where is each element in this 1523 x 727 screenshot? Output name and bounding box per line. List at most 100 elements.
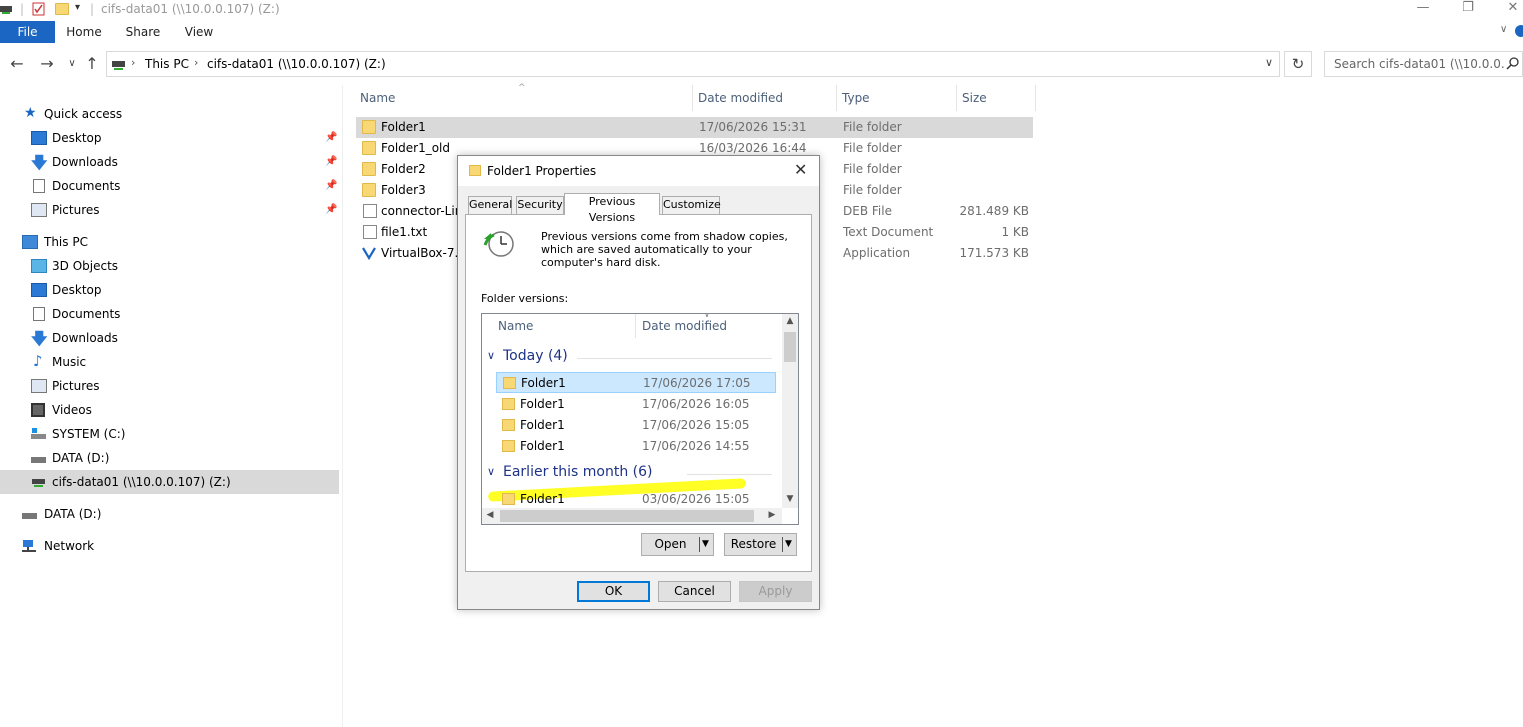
pin-icon[interactable]: 📌 xyxy=(325,180,337,191)
search-icon[interactable] xyxy=(1506,57,1520,71)
close-icon[interactable]: ✕ xyxy=(1498,0,1523,20)
nav-data-d-root[interactable]: DATA (D:) xyxy=(0,502,339,526)
tab-general[interactable]: General xyxy=(468,196,512,214)
horizontal-scrollbar[interactable]: ◀ ▶ xyxy=(482,508,782,524)
window-title: cifs-data01 (\\10.0.0.107) (Z:) xyxy=(101,2,280,16)
address-dropdown-icon[interactable]: ∨ xyxy=(1265,56,1273,69)
column-divider[interactable] xyxy=(635,314,636,338)
refresh-icon[interactable]: ↻ xyxy=(1284,51,1312,77)
scroll-right-icon[interactable]: ▶ xyxy=(764,510,780,520)
folder-versions-list[interactable]: Name ∨ Date modified ∨ Today (4) Folder1… xyxy=(481,313,799,525)
expand-ribbon-icon[interactable]: ∨ xyxy=(1500,24,1507,35)
nav-quick-pictures[interactable]: Pictures 📌 xyxy=(0,198,339,222)
dropdown-arrow-icon[interactable]: ▼ xyxy=(702,539,709,549)
search-input[interactable] xyxy=(1325,52,1505,76)
tab-previous-versions[interactable]: Previous Versions xyxy=(564,193,660,224)
nav-videos[interactable]: Videos xyxy=(0,398,339,422)
nav-3d-objects[interactable]: 3D Objects xyxy=(0,254,339,278)
pin-icon[interactable]: 📌 xyxy=(325,156,337,167)
version-row[interactable]: Folder1 17/06/2026 15:05 xyxy=(496,415,776,436)
nav-downloads[interactable]: 🡇 Downloads xyxy=(0,326,339,350)
version-row[interactable]: Folder1 17/06/2026 14:55 xyxy=(496,436,776,457)
network-icon xyxy=(22,540,36,552)
version-row[interactable]: Folder1 17/06/2026 17:05 xyxy=(496,372,776,393)
forward-icon[interactable]: → xyxy=(38,54,56,74)
pin-icon[interactable]: 📌 xyxy=(325,204,337,215)
ok-button[interactable]: OK xyxy=(577,581,650,602)
column-header-date[interactable]: Date modified xyxy=(694,85,837,111)
tab-view[interactable]: View xyxy=(178,21,220,43)
group-divider xyxy=(687,474,772,475)
back-icon[interactable]: ← xyxy=(8,54,26,74)
properties-icon[interactable] xyxy=(32,2,46,16)
tab-share[interactable]: Share xyxy=(119,21,167,43)
nav-data-d[interactable]: DATA (D:) xyxy=(0,446,339,470)
open-button[interactable]: Open ▼ xyxy=(641,533,714,556)
apply-button[interactable]: Apply xyxy=(739,581,812,602)
tab-home[interactable]: Home xyxy=(58,21,110,43)
restore-button[interactable]: Restore ▼ xyxy=(724,533,797,556)
chevron-down-icon[interactable]: ∨ xyxy=(487,349,495,362)
file-row[interactable]: Folder1 17/06/2026 15:31 File folder xyxy=(356,117,1033,138)
documents-icon xyxy=(33,307,45,321)
system-drive-icon xyxy=(31,428,46,439)
close-icon[interactable]: ✕ xyxy=(794,161,807,179)
column-header-date[interactable]: Date modified xyxy=(637,314,777,338)
breadcrumb-this-pc[interactable]: This PC xyxy=(145,57,189,71)
folder-icon xyxy=(502,493,515,505)
pane-divider[interactable] xyxy=(342,85,343,727)
tab-security[interactable]: Security xyxy=(516,196,564,214)
column-header-name[interactable]: Name xyxy=(356,85,693,111)
pin-icon[interactable]: 📌 xyxy=(325,132,337,143)
pictures-icon xyxy=(31,203,47,217)
column-header-name[interactable]: Name xyxy=(493,314,633,338)
scroll-left-icon[interactable]: ◀ xyxy=(482,510,498,520)
tab-customize[interactable]: Customize xyxy=(662,196,721,214)
recent-locations-icon[interactable]: ∨ xyxy=(63,54,81,74)
scrollbar-thumb[interactable] xyxy=(784,332,796,362)
tab-file[interactable]: File xyxy=(0,21,55,43)
column-header-type[interactable]: Type xyxy=(838,85,957,111)
version-row[interactable]: Folder1 17/06/2026 16:05 xyxy=(496,394,776,415)
help-icon[interactable] xyxy=(1515,25,1523,37)
scroll-up-icon[interactable]: ▲ xyxy=(782,316,798,326)
nav-documents[interactable]: Documents xyxy=(0,302,339,326)
up-icon[interactable]: ↑ xyxy=(83,54,101,74)
chevron-down-icon[interactable]: ∨ xyxy=(487,465,495,478)
breadcrumb-current[interactable]: cifs-data01 (\\10.0.0.107) (Z:) xyxy=(207,57,386,71)
folder-icon xyxy=(362,183,376,197)
nav-music[interactable]: ♪ Music xyxy=(0,350,339,374)
customize-toolbar-icon[interactable]: ▾ xyxy=(75,2,80,16)
drive-icon xyxy=(22,513,37,519)
dropdown-arrow-icon[interactable]: ▼ xyxy=(785,539,792,549)
group-header-earlier-this-month[interactable]: ∨ Earlier this month (6) xyxy=(487,464,772,484)
nav-quick-desktop[interactable]: Desktop 📌 xyxy=(0,126,339,150)
minimize-icon[interactable]: — xyxy=(1408,0,1438,20)
version-row[interactable]: Folder1 03/06/2026 15:05 xyxy=(496,489,776,510)
column-header-size[interactable]: Size xyxy=(958,85,1036,111)
explorer-window: | ▾ | cifs-data01 (\\10.0.0.107) (Z:) — … xyxy=(0,0,1523,727)
nav-system-c[interactable]: SYSTEM (C:) xyxy=(0,422,339,446)
nav-quick-downloads[interactable]: 🡇 Downloads 📌 xyxy=(0,150,339,174)
address-box[interactable]: › This PC › cifs-data01 (\\10.0.0.107) (… xyxy=(106,51,1280,77)
scrollbar-thumb[interactable] xyxy=(500,510,754,522)
vertical-scrollbar[interactable]: ▲ ▼ xyxy=(782,314,798,508)
group-header-today[interactable]: ∨ Today (4) xyxy=(487,348,772,368)
nav-quick-access[interactable]: ★ Quick access xyxy=(0,102,339,126)
nav-cifs-data01[interactable]: cifs-data01 (\\10.0.0.107) (Z:) xyxy=(0,470,339,494)
nav-pictures[interactable]: Pictures xyxy=(0,374,339,398)
nav-network[interactable]: Network xyxy=(0,534,339,558)
address-bar-row: ← → ∨ ↑ › This PC › cifs-data01 (\\10.0.… xyxy=(0,50,1523,78)
search-box[interactable] xyxy=(1324,51,1523,77)
cancel-button[interactable]: Cancel xyxy=(658,581,731,602)
restore-icon[interactable]: ❐ xyxy=(1453,0,1483,20)
dialog-title-bar[interactable]: Folder1 Properties ✕ xyxy=(458,156,819,186)
new-folder-icon[interactable] xyxy=(55,3,69,15)
file-icon xyxy=(363,204,377,218)
download-arrow-icon: 🡇 xyxy=(31,153,48,172)
scroll-down-icon[interactable]: ▼ xyxy=(782,494,798,504)
nav-this-pc[interactable]: This PC xyxy=(0,230,339,254)
nav-desktop[interactable]: Desktop xyxy=(0,278,339,302)
group-divider xyxy=(577,358,772,359)
nav-quick-documents[interactable]: Documents 📌 xyxy=(0,174,339,198)
